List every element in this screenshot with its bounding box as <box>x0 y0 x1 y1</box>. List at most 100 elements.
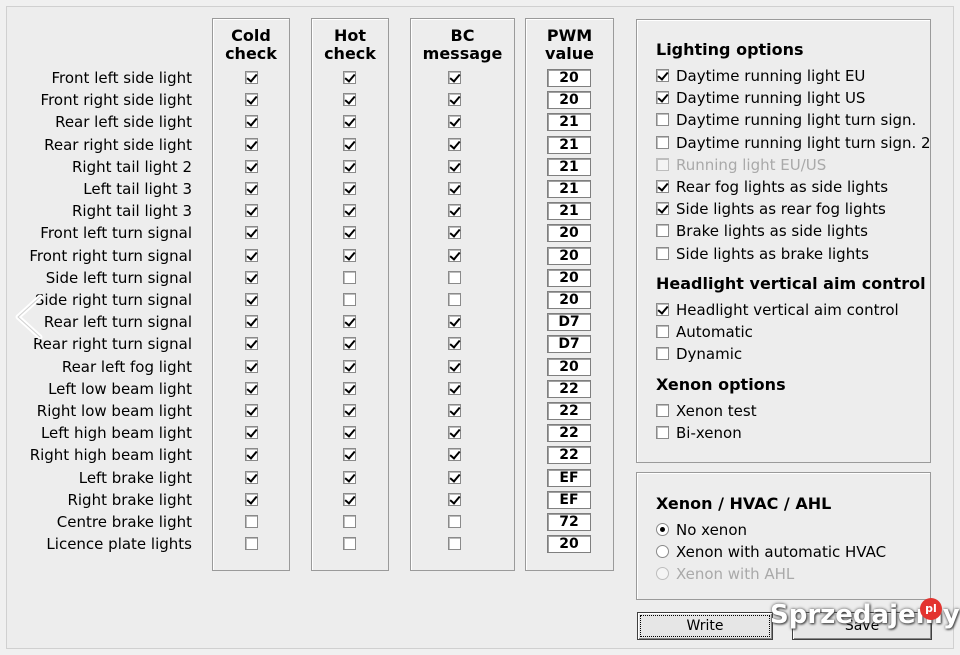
bc-checkbox[interactable] <box>448 337 461 351</box>
hvac-option[interactable]: Xenon with automatic HVAC <box>656 543 916 563</box>
hot-checkbox[interactable] <box>343 93 356 107</box>
bc-checkbox[interactable] <box>448 470 461 484</box>
pwm-value-field[interactable]: 21 <box>547 180 591 198</box>
cold-checkbox[interactable] <box>245 226 258 240</box>
pwm-value-field[interactable]: D7 <box>547 335 591 354</box>
radio-button[interactable] <box>656 523 669 536</box>
hot-checkbox[interactable] <box>343 404 356 417</box>
option-checkbox[interactable] <box>656 69 669 82</box>
hot-checkbox[interactable] <box>343 492 356 506</box>
option-checkbox[interactable] <box>656 426 669 440</box>
bc-checkbox[interactable] <box>448 492 461 506</box>
bc-checkbox[interactable] <box>448 537 461 551</box>
hot-checkbox[interactable] <box>343 137 356 151</box>
hot-checkbox[interactable] <box>343 270 356 284</box>
cold-checkbox[interactable] <box>245 115 258 129</box>
xenon-option[interactable]: Bi-xenon <box>656 424 916 444</box>
hot-checkbox[interactable] <box>343 293 356 306</box>
hot-checkbox[interactable] <box>343 470 356 484</box>
pwm-value-field[interactable]: 21 <box>547 135 591 154</box>
option-checkbox[interactable] <box>656 180 669 193</box>
pwm-value-field[interactable]: 22 <box>547 402 591 420</box>
cold-checkbox[interactable] <box>245 71 258 84</box>
option-checkbox[interactable] <box>656 325 669 339</box>
pwm-value-field[interactable]: 20 <box>547 357 591 376</box>
hot-checkbox[interactable] <box>343 448 356 462</box>
option-checkbox[interactable] <box>656 113 669 127</box>
cold-checkbox[interactable] <box>245 448 258 462</box>
hot-checkbox[interactable] <box>343 71 356 84</box>
cold-checkbox[interactable] <box>245 537 258 551</box>
bc-checkbox[interactable] <box>448 448 461 462</box>
pwm-value-field[interactable]: EF <box>547 490 591 509</box>
bc-checkbox[interactable] <box>448 293 461 306</box>
pwm-value-field[interactable]: 22 <box>547 446 591 465</box>
bc-checkbox[interactable] <box>448 426 461 440</box>
bc-checkbox[interactable] <box>448 248 461 262</box>
lighting-option[interactable]: Side lights as brake lights <box>656 245 916 265</box>
pwm-value-field[interactable]: 20 <box>547 91 591 110</box>
cold-checkbox[interactable] <box>245 381 258 395</box>
radio-button[interactable] <box>656 545 669 559</box>
back-chevron-icon[interactable] <box>12 293 46 341</box>
lighting-option[interactable]: Daytime running light US <box>656 89 916 109</box>
aim-option[interactable]: Automatic <box>656 323 916 343</box>
hot-checkbox[interactable] <box>343 426 356 440</box>
cold-checkbox[interactable] <box>245 515 258 528</box>
bc-checkbox[interactable] <box>448 515 461 528</box>
pwm-value-field[interactable]: 20 <box>547 535 591 554</box>
hot-checkbox[interactable] <box>343 359 356 373</box>
pwm-value-field[interactable]: 21 <box>547 157 591 176</box>
option-checkbox[interactable] <box>656 347 669 361</box>
bc-checkbox[interactable] <box>448 71 461 84</box>
hot-checkbox[interactable] <box>343 182 356 195</box>
pwm-value-field[interactable]: 21 <box>547 202 591 221</box>
pwm-value-field[interactable]: 72 <box>547 513 591 531</box>
aim-option[interactable]: Dynamic <box>656 345 916 365</box>
lighting-option[interactable]: Brake lights as side lights <box>656 222 916 242</box>
pwm-value-field[interactable]: 20 <box>547 268 591 287</box>
hot-checkbox[interactable] <box>343 248 356 262</box>
hot-checkbox[interactable] <box>343 159 356 173</box>
cold-checkbox[interactable] <box>245 159 258 173</box>
pwm-value-field[interactable]: 22 <box>547 379 591 398</box>
option-checkbox[interactable] <box>656 404 669 417</box>
aim-option[interactable]: Headlight vertical aim control <box>656 301 916 321</box>
hvac-option[interactable]: No xenon <box>656 521 916 541</box>
bc-checkbox[interactable] <box>448 315 461 329</box>
hot-checkbox[interactable] <box>343 515 356 528</box>
bc-checkbox[interactable] <box>448 404 461 417</box>
cold-checkbox[interactable] <box>245 492 258 506</box>
hot-checkbox[interactable] <box>343 315 356 329</box>
hot-checkbox[interactable] <box>343 381 356 395</box>
bc-checkbox[interactable] <box>448 93 461 107</box>
bc-checkbox[interactable] <box>448 182 461 195</box>
bc-checkbox[interactable] <box>448 204 461 218</box>
option-checkbox[interactable] <box>656 202 669 216</box>
pwm-value-field[interactable]: 21 <box>547 113 591 132</box>
bc-checkbox[interactable] <box>448 226 461 240</box>
cold-checkbox[interactable] <box>245 315 258 329</box>
write-button[interactable]: Write <box>637 612 773 640</box>
cold-checkbox[interactable] <box>245 137 258 151</box>
hot-checkbox[interactable] <box>343 226 356 240</box>
pwm-value-field[interactable]: 20 <box>547 69 591 87</box>
option-checkbox[interactable] <box>656 135 669 149</box>
bc-checkbox[interactable] <box>448 381 461 395</box>
bc-checkbox[interactable] <box>448 359 461 373</box>
cold-checkbox[interactable] <box>245 426 258 440</box>
cold-checkbox[interactable] <box>245 404 258 417</box>
xenon-option[interactable]: Xenon test <box>656 402 916 422</box>
pwm-value-field[interactable]: D7 <box>547 313 591 332</box>
lighting-option[interactable]: Daytime running light turn sign. <box>656 111 916 131</box>
pwm-value-field[interactable]: 20 <box>547 291 591 309</box>
cold-checkbox[interactable] <box>245 270 258 284</box>
cold-checkbox[interactable] <box>245 337 258 351</box>
cold-checkbox[interactable] <box>245 293 258 306</box>
option-checkbox[interactable] <box>656 91 669 105</box>
hot-checkbox[interactable] <box>343 537 356 551</box>
option-checkbox[interactable] <box>656 303 669 316</box>
cold-checkbox[interactable] <box>245 204 258 218</box>
cold-checkbox[interactable] <box>245 470 258 484</box>
lighting-option[interactable]: Rear fog lights as side lights <box>656 178 916 198</box>
